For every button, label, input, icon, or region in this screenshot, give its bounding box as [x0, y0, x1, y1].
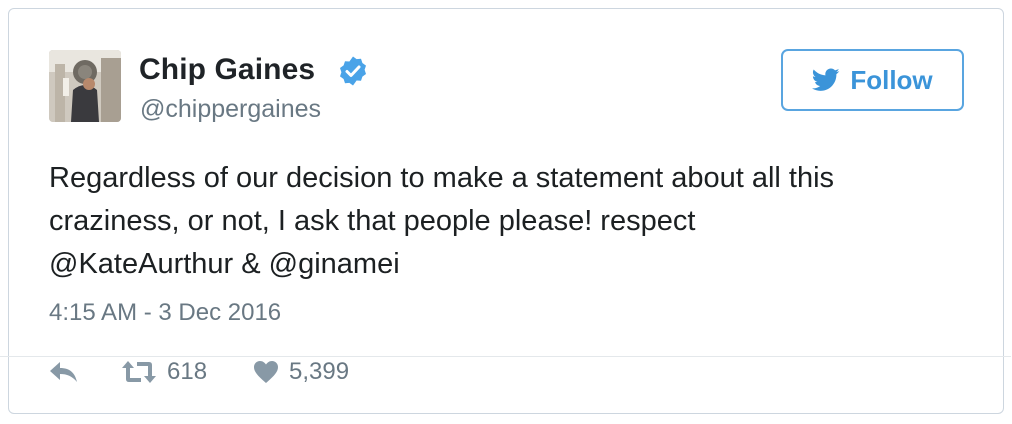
follow-button-label: Follow	[850, 64, 933, 95]
tweet-text: Regardless of our decision to make a sta…	[49, 157, 949, 286]
tweet-text-line: Regardless of our decision to make a sta…	[49, 162, 835, 194]
tweet-text-line[interactable]: @KateAurthur & @ginamei	[49, 243, 949, 286]
avatar-photo	[49, 50, 121, 122]
retweet-count: 618	[167, 358, 208, 385]
like-count: 5,399	[289, 358, 350, 385]
retweet-button[interactable]: 618	[121, 354, 207, 390]
user-handle[interactable]: @chippergaines	[140, 95, 321, 124]
heart-icon	[254, 361, 278, 383]
reply-icon	[50, 362, 77, 382]
display-name[interactable]: Chip Gaines	[139, 53, 315, 87]
avatar[interactable]	[49, 50, 121, 122]
tweet-timestamp[interactable]: 4:15 AM - 3 Dec 2016	[49, 299, 281, 327]
verified-badge-icon	[340, 56, 366, 86]
follow-button[interactable]: Follow	[781, 49, 964, 111]
twitter-bird-icon	[812, 68, 840, 91]
reply-button[interactable]	[49, 354, 79, 390]
retweet-icon	[122, 361, 156, 383]
like-button[interactable]: 5,399	[253, 354, 349, 390]
tweet-text-line: craziness, or not, I ask that people ple…	[49, 205, 696, 237]
tweet-card: Chip Gaines @chippergaines Follow Regard…	[0, 8, 1011, 414]
